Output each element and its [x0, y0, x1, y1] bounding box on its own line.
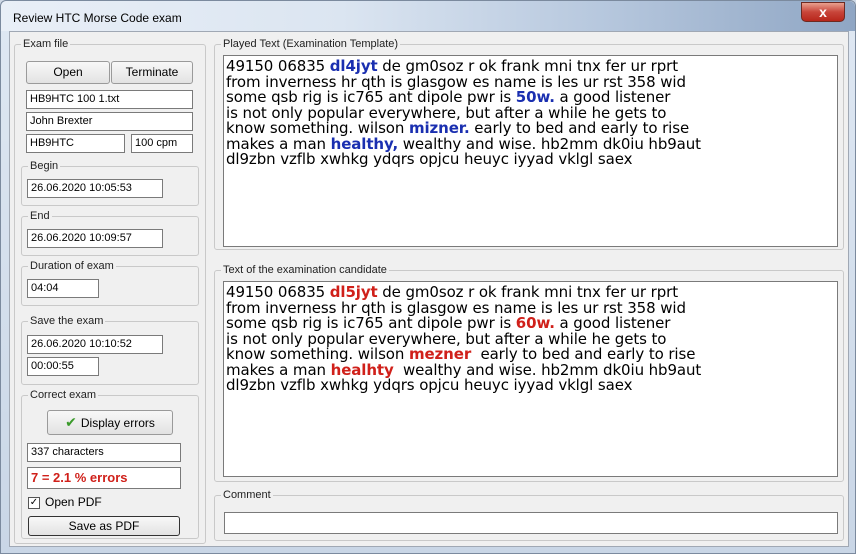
title-bar[interactable]: Review HTC Morse Code exam x [1, 1, 855, 31]
begin-field: 26.06.2020 10:05:53 [27, 179, 163, 198]
display-errors-button[interactable]: ✔ Display errors [47, 410, 173, 435]
text-line: dl9zbn vzflb xwhkg ydqrs opjcu heuyc iyy… [226, 376, 835, 394]
callsign-field[interactable]: HB9HTC [26, 134, 125, 153]
begin-legend: Begin [28, 159, 61, 173]
duration-field: 04:04 [27, 279, 99, 298]
error-rate-field: 7 = 2.1 % errors [27, 467, 181, 489]
main-panel: Exam file Open Terminate HB9HTC 100 1.tx… [9, 31, 849, 547]
save-exam-group: Save the exam 26.06.2020 10:10:52 00:00:… [21, 314, 199, 385]
comment-group: Comment [214, 488, 844, 541]
correct-exam-group: Correct exam ✔ Display errors 337 charact… [21, 388, 199, 539]
window-title: Review HTC Morse Code exam [13, 11, 182, 25]
exam-file-legend: Exam file [21, 37, 71, 51]
text-line: dl9zbn vzflb xwhkg ydqrs opjcu heuyc iyy… [226, 150, 835, 168]
characters-count-field: 337 characters [27, 443, 181, 462]
candidate-text-legend: Text of the examination candidate [221, 263, 389, 277]
text-segment: dl9zbn vzflb xwhkg ydqrs opjcu heuyc iyy… [226, 376, 633, 394]
speed-field[interactable]: 100 cpm [131, 134, 193, 153]
display-errors-label: Display errors [80, 416, 155, 430]
duration-group: Duration of exam 04:04 [21, 259, 199, 306]
end-field: 26.06.2020 10:09:57 [27, 229, 163, 248]
checkmark-icon: ✔ [65, 414, 77, 430]
open-button[interactable]: Open [26, 61, 110, 84]
save-exam-legend: Save the exam [28, 314, 106, 328]
played-text-group: Played Text (Examination Template) 49150… [214, 37, 844, 250]
open-pdf-label: Open PDF [45, 495, 102, 509]
operator-name-field[interactable]: John Brexter [26, 112, 193, 131]
terminate-button[interactable]: Terminate [111, 61, 193, 84]
save-as-pdf-button[interactable]: Save as PDF [28, 516, 180, 536]
candidate-text-area[interactable]: 49150 06835 dl5jyt de gm0soz r ok frank … [223, 281, 838, 477]
played-text-area[interactable]: 49150 06835 dl4jyt de gm0soz r ok frank … [223, 55, 838, 247]
begin-group: Begin 26.06.2020 10:05:53 [21, 159, 199, 206]
text-segment: dl9zbn vzflb xwhkg ydqrs opjcu heuyc iyy… [226, 150, 633, 168]
app-window: Review HTC Morse Code exam x Exam file O… [0, 0, 856, 554]
comment-legend: Comment [221, 488, 273, 502]
exam-file-group: Exam file Open Terminate HB9HTC 100 1.tx… [14, 37, 206, 544]
end-legend: End [28, 209, 52, 223]
end-group: End 26.06.2020 10:09:57 [21, 209, 199, 256]
close-icon: x [819, 4, 827, 20]
open-pdf-checkbox[interactable]: ✓ [28, 497, 40, 509]
candidate-text-group: Text of the examination candidate 49150 … [214, 263, 844, 482]
close-button[interactable]: x [801, 2, 845, 22]
played-text-legend: Played Text (Examination Template) [221, 37, 401, 51]
save-datetime-field: 26.06.2020 10:10:52 [27, 335, 163, 354]
duration-legend: Duration of exam [28, 259, 116, 273]
save-elapsed-field: 00:00:55 [27, 357, 99, 376]
file-name-field[interactable]: HB9HTC 100 1.txt [26, 90, 193, 109]
correct-exam-legend: Correct exam [28, 388, 99, 402]
comment-input[interactable] [224, 512, 838, 534]
